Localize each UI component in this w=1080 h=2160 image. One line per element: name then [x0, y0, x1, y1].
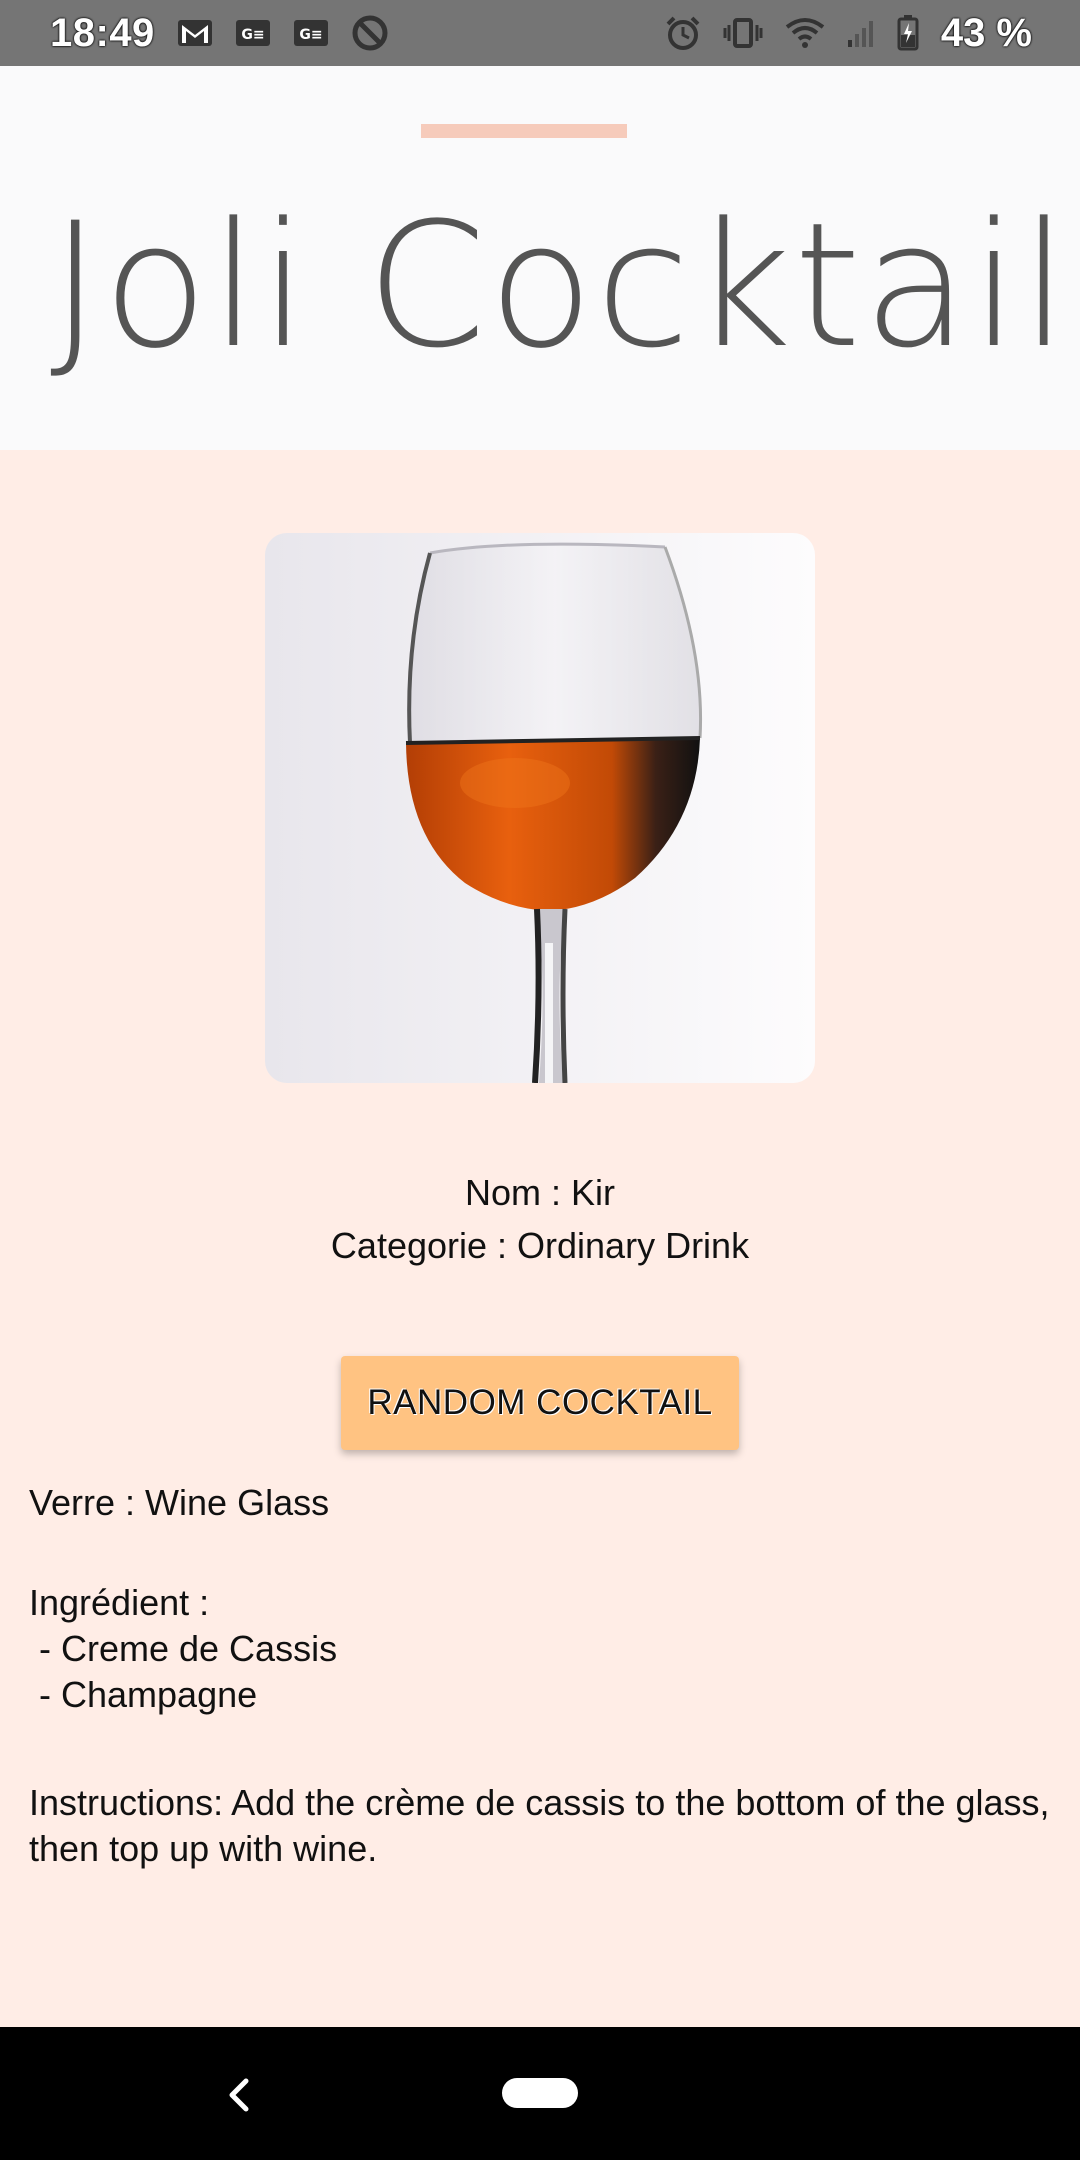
home-pill-icon[interactable] — [502, 2078, 578, 2108]
ingredient-item: - Creme de Cassis — [29, 1628, 338, 1669]
cocktail-category: Categorie : Ordinary Drink — [330, 1225, 750, 1266]
cocktail-detail: Nom : Kir Categorie : Ordinary Drink RAN… — [0, 450, 1080, 2027]
app-title: Joli Cocktail — [50, 185, 1071, 386]
gmail-icon — [177, 19, 213, 47]
news-icon: G≡ — [235, 19, 271, 47]
back-icon[interactable] — [218, 2067, 258, 2123]
app-screen: 18:49 G≡ G≡ 43 % Joli Cocktail Nom: Kir… — [0, 0, 1080, 2160]
app-header: Joli Cocktail — [0, 66, 1080, 450]
ingredient-list: - Creme de Cassis - Champagne — [29, 1626, 1059, 1718]
random-cocktail-button[interactable]: RANDOM COCKTAIL — [341, 1356, 739, 1450]
alarm-icon — [665, 15, 701, 51]
svg-text:G≡: G≡ — [241, 27, 264, 43]
svg-text:G≡: G≡ — [299, 27, 322, 43]
cocktail-name: Nom : Kir — [464, 1172, 615, 1213]
battery-charging-icon — [897, 15, 919, 51]
ingredient-item: - Champagne — [29, 1674, 258, 1715]
system-nav-bar — [0, 2027, 1080, 2160]
blocked-icon — [351, 14, 389, 52]
vibrate-icon — [723, 17, 763, 49]
battery-level: 43 % — [940, 10, 1032, 55]
instructions-text: Instructions: Add the crème de cassis to… — [29, 1782, 1050, 1869]
ingredients-heading: Ingrédient : — [29, 1582, 210, 1623]
news-icon: G≡ — [293, 19, 329, 47]
cocktail-image — [265, 533, 815, 1083]
signal-icon — [847, 18, 875, 48]
status-bar: 18:49 G≡ G≡ 43 % — [0, 0, 1080, 66]
status-bar-left: 18:49 G≡ G≡ — [50, 11, 389, 56]
status-bar-right: 43 % — [665, 11, 1032, 56]
wifi-icon — [785, 17, 825, 49]
header-accent-bar — [421, 124, 627, 138]
glass-type: Verre : Wine Glass — [29, 1482, 330, 1523]
status-time: 18:49 — [50, 10, 155, 55]
